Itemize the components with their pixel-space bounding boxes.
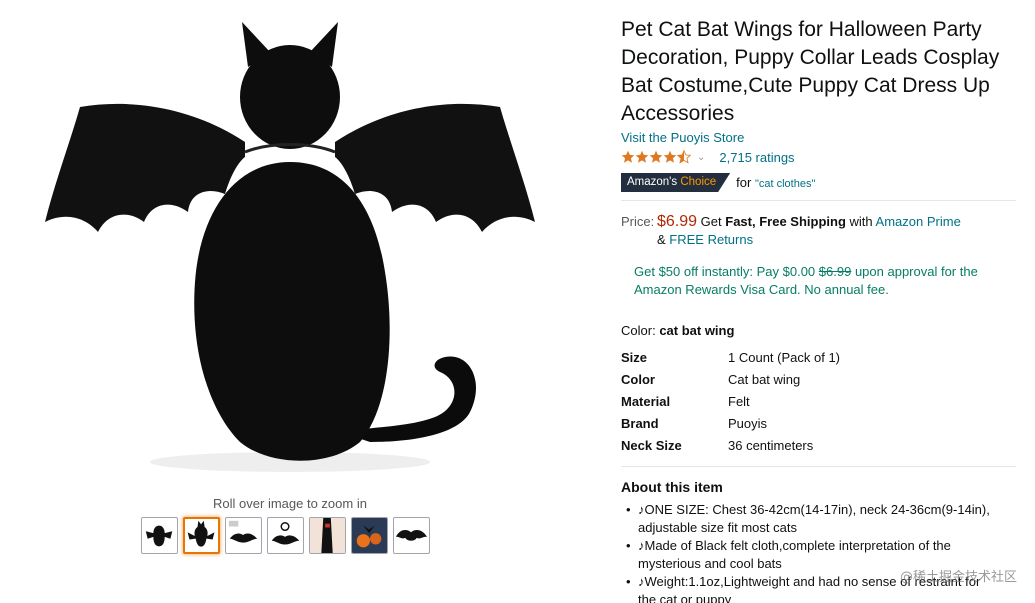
color-selector: Color: cat bat wing: [621, 323, 1021, 338]
spec-key: Color: [621, 371, 655, 387]
about-title: About this item: [621, 479, 723, 495]
star-icon: [635, 150, 649, 163]
free-returns-link[interactable]: FREE Returns: [669, 232, 753, 247]
thumbnail-6[interactable]: [351, 517, 388, 554]
spec-value: 36 centimeters: [728, 437, 814, 453]
color-value: cat bat wing: [659, 323, 735, 338]
zoom-hint: Roll over image to zoom in: [213, 496, 367, 511]
price-label: Price:: [621, 214, 655, 229]
card-promo[interactable]: Get $50 off instantly: Pay $0.00 $6.99 u…: [634, 263, 1004, 299]
promo-strike-price: $6.99: [818, 264, 852, 279]
ratings-count-link[interactable]: 2,715 ratings: [719, 150, 794, 165]
spec-key: Size: [621, 349, 648, 365]
promo-text-1: Get $50 off instantly: Pay $0.00: [634, 264, 816, 279]
table-row: Neck Size 36 centimeters: [621, 434, 840, 456]
table-row: Color Cat bat wing: [621, 368, 840, 390]
color-label: Color:: [621, 323, 656, 338]
price-block: Price: $6.99 Get Fast, Free Shipping wit…: [621, 213, 1021, 249]
choice-keyword-link[interactable]: "cat clothes": [755, 178, 815, 190]
thumbnail-4[interactable]: [267, 517, 304, 554]
thumbnail-1[interactable]: [141, 517, 178, 554]
table-row: Material Felt: [621, 390, 840, 412]
thumbnail-5[interactable]: [309, 517, 346, 554]
ampersand-text: &: [657, 232, 666, 247]
star-icon: [621, 150, 635, 163]
image-gallery: Roll over image to zoom in: [0, 0, 590, 603]
store-link[interactable]: Visit the Puoyis Store: [621, 130, 1021, 145]
thumbnail-2[interactable]: [183, 517, 220, 554]
list-item: ♪ONE SIZE: Chest 36-42cm(14-17in), neck …: [621, 501, 991, 537]
product-title: Pet Cat Bat Wings for Halloween Party De…: [621, 18, 1000, 125]
rating-row: ⌄ 2,715 ratings: [621, 148, 1021, 166]
spec-key: Brand: [621, 415, 659, 431]
price-with-text: with: [849, 214, 873, 229]
spec-value: Cat bat wing: [728, 371, 801, 387]
price-text: $6.99 Get Fast, Free Shipping with Amazo…: [657, 213, 1012, 249]
price-value: $6.99: [657, 213, 698, 230]
thumbnail-strip: [141, 517, 430, 554]
spec-key: Material: [621, 393, 671, 409]
divider: [621, 200, 1016, 201]
thumbnail-3[interactable]: [225, 517, 262, 554]
badge-prefix: Amazon's: [627, 176, 678, 188]
amazons-choice-row: Amazon's Choice for "cat clothes": [621, 173, 1021, 192]
amazons-choice-badge: Amazon's Choice: [621, 173, 731, 192]
star-icon: [663, 150, 677, 163]
about-list: ♪ONE SIZE: Chest 36-42cm(14-17in), neck …: [621, 501, 1021, 603]
product-details: Pet Cat Bat Wings for Halloween Party De…: [621, 16, 1021, 603]
prime-link[interactable]: Amazon Prime: [876, 214, 961, 229]
badge-highlight: Choice: [680, 176, 717, 188]
star-icon: [649, 150, 663, 163]
half-star-icon: [677, 150, 691, 164]
divider: [621, 466, 1016, 467]
spec-value: Felt: [728, 393, 750, 409]
thumbnail-7[interactable]: [393, 517, 430, 554]
chevron-down-icon[interactable]: ⌄: [697, 152, 705, 163]
watermark: @稀土掘金技术社区: [899, 570, 1017, 585]
spec-value: Puoyis: [728, 415, 768, 431]
star-rating[interactable]: [621, 150, 691, 164]
shipping-text: Fast, Free Shipping: [725, 214, 846, 229]
main-product-image[interactable]: [40, 12, 540, 492]
price-get-text: Get: [700, 214, 722, 229]
choice-for-text: for "cat clothes": [736, 175, 815, 190]
spec-value: 1 Count (Pack of 1): [728, 349, 840, 365]
spec-table: Size 1 Count (Pack of 1) Color Cat bat win…: [621, 346, 840, 456]
table-row: Brand Puoyis: [621, 412, 840, 434]
table-row: Size 1 Count (Pack of 1): [621, 346, 840, 368]
spec-key: Neck Size: [621, 437, 682, 453]
choice-for-label: for: [736, 175, 752, 190]
